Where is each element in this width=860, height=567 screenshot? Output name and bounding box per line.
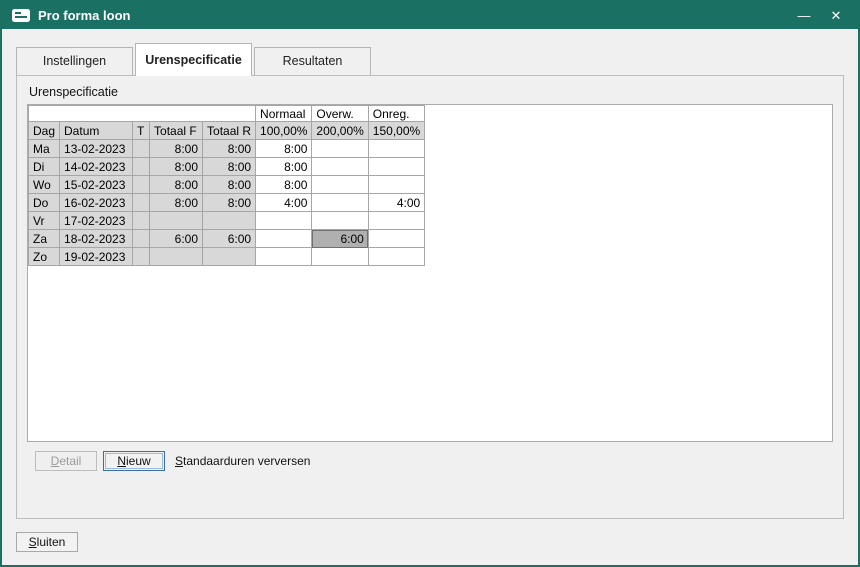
hours-cell[interactable] — [312, 176, 368, 194]
hours-cell[interactable] — [256, 230, 312, 248]
readonly-cell: Ma — [29, 140, 60, 158]
readonly-cell — [133, 230, 150, 248]
col-header-200pct: 200,00% — [312, 122, 368, 140]
col-header-totaal-f: Totaal F — [150, 122, 203, 140]
readonly-cell: 14-02-2023 — [60, 158, 133, 176]
hours-cell[interactable] — [368, 248, 424, 266]
column-header-row: Dag Datum T Totaal F Totaal R 100,00% 20… — [29, 122, 425, 140]
tab-urenspecificatie[interactable]: Urenspecificatie — [135, 43, 252, 76]
readonly-cell: 6:00 — [203, 230, 256, 248]
readonly-cell: Za — [29, 230, 60, 248]
detail-button: Detail — [35, 451, 97, 471]
table-row: Za18-02-20236:006:006:00 — [29, 230, 425, 248]
group-header-overwerk: Overw. — [312, 106, 368, 122]
readonly-cell — [133, 158, 150, 176]
readonly-cell — [133, 248, 150, 266]
hours-table: Normaal Overw. Onreg. Dag Datum T Totaal… — [28, 105, 425, 266]
readonly-cell — [133, 194, 150, 212]
dialog-footer: Sluiten — [16, 532, 858, 552]
readonly-cell: 8:00 — [203, 176, 256, 194]
hours-cell[interactable]: 6:00 — [312, 230, 368, 248]
hours-cell[interactable] — [312, 212, 368, 230]
readonly-cell — [203, 212, 256, 230]
tab-panel: Urenspecificatie Normaal Overw. Onreg. — [16, 75, 844, 519]
readonly-cell — [133, 212, 150, 230]
table-row: Ma13-02-20238:008:008:00 — [29, 140, 425, 158]
tab-instellingen[interactable]: Instellingen — [16, 47, 133, 75]
proforma-dialog: Pro forma loon — ✕ Instellingen Urenspec… — [0, 0, 860, 567]
hours-cell[interactable] — [368, 176, 424, 194]
hours-cell[interactable] — [368, 230, 424, 248]
col-header-t: T — [133, 122, 150, 140]
readonly-cell: 19-02-2023 — [60, 248, 133, 266]
titlebar: Pro forma loon — ✕ — [2, 2, 858, 29]
readonly-cell: 8:00 — [150, 176, 203, 194]
window-title: Pro forma loon — [38, 8, 784, 23]
hours-cell[interactable] — [312, 158, 368, 176]
readonly-cell: 17-02-2023 — [60, 212, 133, 230]
group-header-onregelmatig: Onreg. — [368, 106, 424, 122]
readonly-cell: 18-02-2023 — [60, 230, 133, 248]
readonly-cell — [133, 176, 150, 194]
hours-cell[interactable] — [256, 248, 312, 266]
table-row: Zo19-02-2023 — [29, 248, 425, 266]
standaarduren-verversen-button[interactable]: Standaarduren verversen — [171, 451, 314, 471]
readonly-cell — [133, 140, 150, 158]
readonly-cell: 8:00 — [203, 194, 256, 212]
col-header-100pct: 100,00% — [256, 122, 312, 140]
hours-cell[interactable] — [368, 212, 424, 230]
table-row: Do16-02-20238:008:004:004:00 — [29, 194, 425, 212]
readonly-cell: 8:00 — [150, 140, 203, 158]
readonly-cell — [150, 248, 203, 266]
hours-cell[interactable]: 8:00 — [256, 158, 312, 176]
readonly-cell: Wo — [29, 176, 60, 194]
readonly-cell — [203, 248, 256, 266]
readonly-cell — [150, 212, 203, 230]
readonly-cell: 8:00 — [203, 140, 256, 158]
group-header-blank — [29, 106, 256, 122]
readonly-cell: Di — [29, 158, 60, 176]
hours-cell[interactable] — [312, 248, 368, 266]
readonly-cell: 13-02-2023 — [60, 140, 133, 158]
table-row: Di14-02-20238:008:008:00 — [29, 158, 425, 176]
sluiten-button[interactable]: Sluiten — [16, 532, 78, 552]
section-label: Urenspecificatie — [29, 85, 843, 99]
readonly-cell: Zo — [29, 248, 60, 266]
hours-table-body: Ma13-02-20238:008:008:00Di14-02-20238:00… — [29, 140, 425, 266]
hours-cell[interactable] — [312, 194, 368, 212]
hours-cell[interactable] — [368, 158, 424, 176]
grid-button-row: Detail Nieuw Standaarduren verversen — [35, 451, 843, 471]
group-header-normaal: Normaal — [256, 106, 312, 122]
table-row: Wo15-02-20238:008:008:00 — [29, 176, 425, 194]
readonly-cell: Vr — [29, 212, 60, 230]
readonly-cell: 6:00 — [150, 230, 203, 248]
col-header-datum: Datum — [60, 122, 133, 140]
close-button[interactable]: ✕ — [824, 6, 848, 26]
readonly-cell: Do — [29, 194, 60, 212]
hours-cell[interactable] — [312, 140, 368, 158]
tab-strip: Instellingen Urenspecificatie Resultaten — [16, 42, 858, 75]
hours-cell[interactable]: 8:00 — [256, 176, 312, 194]
hours-cell[interactable]: 8:00 — [256, 140, 312, 158]
hours-cell[interactable] — [256, 212, 312, 230]
table-row: Vr17-02-2023 — [29, 212, 425, 230]
hours-grid-container: Normaal Overw. Onreg. Dag Datum T Totaal… — [27, 104, 833, 442]
hours-cell[interactable] — [368, 140, 424, 158]
nieuw-button[interactable]: Nieuw — [103, 451, 165, 471]
readonly-cell: 15-02-2023 — [60, 176, 133, 194]
col-header-150pct: 150,00% — [368, 122, 424, 140]
minimize-button[interactable]: — — [792, 6, 816, 26]
readonly-cell: 16-02-2023 — [60, 194, 133, 212]
readonly-cell: 8:00 — [203, 158, 256, 176]
col-header-dag: Dag — [29, 122, 60, 140]
hours-cell[interactable]: 4:00 — [368, 194, 424, 212]
hours-cell[interactable]: 4:00 — [256, 194, 312, 212]
readonly-cell: 8:00 — [150, 194, 203, 212]
tab-resultaten[interactable]: Resultaten — [254, 47, 371, 75]
readonly-cell: 8:00 — [150, 158, 203, 176]
col-header-totaal-r: Totaal R — [203, 122, 256, 140]
group-header-row: Normaal Overw. Onreg. — [29, 106, 425, 122]
app-icon — [12, 9, 30, 22]
